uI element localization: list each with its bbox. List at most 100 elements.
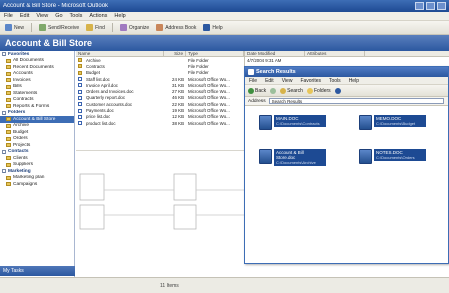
file-size: 19 KB: [172, 108, 184, 114]
find-button[interactable]: Find: [84, 23, 107, 33]
window-titlebar: Account & Bill Store - Microsoft Outlook: [0, 0, 449, 12]
search-button[interactable]: Search: [280, 87, 303, 94]
organize-button[interactable]: Organize: [118, 23, 151, 33]
search-result-item[interactable]: NOTES.DOC C:\Documents\Orders: [359, 149, 426, 164]
address-input[interactable]: Search Results: [268, 98, 444, 104]
back-button[interactable]: Back: [248, 87, 266, 94]
new-button[interactable]: New: [3, 23, 26, 33]
forward-button[interactable]: [270, 87, 277, 94]
search-menu-edit[interactable]: Edit: [265, 78, 274, 84]
column-attributes[interactable]: Attributes: [305, 51, 365, 56]
document-icon: [259, 149, 272, 164]
search-menu-view[interactable]: View: [282, 78, 293, 84]
file-name: Payments.doc: [86, 108, 114, 114]
column-size[interactable]: Size: [164, 51, 186, 56]
folder-icon: [6, 97, 11, 102]
file-row[interactable]: Customer accounts.doc 22 KB Microsoft Offi…: [76, 101, 244, 107]
folders-button[interactable]: Folders: [306, 87, 331, 94]
document-icon: [78, 95, 82, 100]
column-date-modified[interactable]: Date Modified: [245, 51, 305, 56]
folder-icon: [6, 175, 11, 180]
file-size: 12 KB: [172, 114, 184, 120]
collapse-icon: -: [2, 169, 6, 175]
folder-icon: [6, 78, 11, 83]
find-icon: [86, 24, 94, 31]
folder-icon: [78, 58, 82, 63]
search-result-item[interactable]: MEMO.DOC C:\Documents\Budget: [359, 115, 426, 130]
file-row[interactable]: product list.doc 38 KB Microsoft Office Wo…: [76, 120, 244, 126]
list-rows: Archive File Folder Contracts File Folder Bu…: [76, 57, 244, 126]
send-receive-icon: [39, 24, 47, 31]
file-row[interactable]: Orders and Invoices.doc 27 KB Microsoft Of…: [76, 88, 244, 94]
file-name: price list.doc: [86, 114, 111, 120]
file-name: Contracts: [86, 63, 105, 69]
menu-view[interactable]: View: [36, 13, 48, 19]
file-name: Archive: [86, 57, 101, 63]
window-title: Account & Bill Store - Microsoft Outlook: [3, 3, 109, 9]
folder-icon: [6, 71, 11, 76]
menu-file[interactable]: File: [4, 13, 13, 19]
file-row[interactable]: Invoice April.doc 31 KB Microsoft Office W…: [76, 82, 244, 88]
help-button[interactable]: Help: [201, 23, 224, 33]
refresh-button[interactable]: [334, 87, 341, 94]
document-icon: [78, 121, 82, 126]
file-row[interactable]: Staff list.doc 24 KB Microsoft Office Wo..…: [76, 76, 244, 82]
menu-tools[interactable]: Tools: [70, 13, 83, 19]
minimize-button[interactable]: [415, 2, 424, 10]
file-type: Microsoft Office Wo...: [188, 108, 230, 114]
address-book-button[interactable]: Address Book: [154, 23, 198, 33]
maximize-button[interactable]: [426, 2, 435, 10]
folder-icon: [6, 117, 11, 122]
document-icon: [78, 102, 82, 107]
document-icon: [78, 114, 82, 119]
send-receive-button[interactable]: Send/Receive: [37, 23, 81, 33]
search-menu-tools[interactable]: Tools: [329, 78, 341, 84]
file-row[interactable]: Quarterly report.doc 46 KB Microsoft Offic…: [76, 95, 244, 101]
file-name: product list.doc: [86, 120, 116, 126]
close-button[interactable]: [437, 2, 446, 10]
search-menu-help[interactable]: Help: [349, 78, 359, 84]
folders-icon: [306, 87, 313, 94]
file-name: Orders and Invoices.doc: [86, 89, 134, 95]
file-name: Budget: [86, 70, 100, 76]
file-type: Microsoft Office Wo...: [188, 101, 230, 107]
folder-icon: [6, 156, 11, 161]
search-result-item[interactable]: Account & Bill Store.doc C:\Documents\Arc…: [259, 149, 326, 166]
search-window-titlebar[interactable]: Search Results: [245, 67, 448, 77]
column-type[interactable]: Type: [186, 51, 244, 56]
menu-actions[interactable]: Actions: [89, 13, 107, 19]
organize-icon: [119, 24, 127, 31]
navigation-pane: - Favorites All Documents Recent Document…: [0, 51, 75, 293]
file-row[interactable]: price list.doc 12 KB Microsoft Office Wo..…: [76, 114, 244, 120]
file-row[interactable]: Payments.doc 19 KB Microsoft Office Wo...: [76, 107, 244, 113]
folder-icon: [6, 123, 11, 128]
search-menu-file[interactable]: File: [249, 78, 257, 84]
search-results-body: MAIN.DOC C:\Documents\Contracts MEMO.DOC C…: [245, 107, 448, 263]
search-menu-favorites[interactable]: Favorites: [300, 78, 321, 84]
search-results-window: Search Results File Edit View Favorites …: [244, 66, 449, 264]
search-icon: [280, 87, 287, 94]
file-type: Microsoft Office Wo...: [188, 120, 230, 126]
folder-banner-title: Account & Bill Store: [5, 38, 93, 48]
file-row[interactable]: Budget File Folder: [76, 70, 244, 76]
search-result-item[interactable]: MAIN.DOC C:\Documents\Contracts: [259, 115, 326, 130]
preview-diagram: [79, 173, 244, 230]
preview-box: [79, 204, 105, 230]
file-row[interactable]: Archive File Folder: [76, 57, 244, 63]
document-icon: [78, 108, 82, 113]
menu-edit[interactable]: Edit: [20, 13, 29, 19]
file-type: Microsoft Office Wo...: [188, 76, 230, 82]
search-window-icon: [248, 69, 254, 75]
document-icon: [359, 115, 372, 130]
file-type: File Folder: [188, 70, 209, 76]
file-row[interactable]: Contracts File Folder: [76, 63, 244, 69]
nav-footer-tasks[interactable]: My Tasks: [0, 266, 75, 276]
file-name: Quarterly report.doc: [86, 95, 126, 101]
status-text: 11 Items: [160, 282, 179, 289]
column-name[interactable]: Name: [76, 51, 164, 56]
folder-icon: [6, 104, 11, 109]
nav-item[interactable]: Campaigns: [0, 181, 74, 188]
preview-area: [76, 150, 244, 277]
menu-go[interactable]: Go: [55, 13, 62, 19]
menu-help[interactable]: Help: [114, 13, 125, 19]
